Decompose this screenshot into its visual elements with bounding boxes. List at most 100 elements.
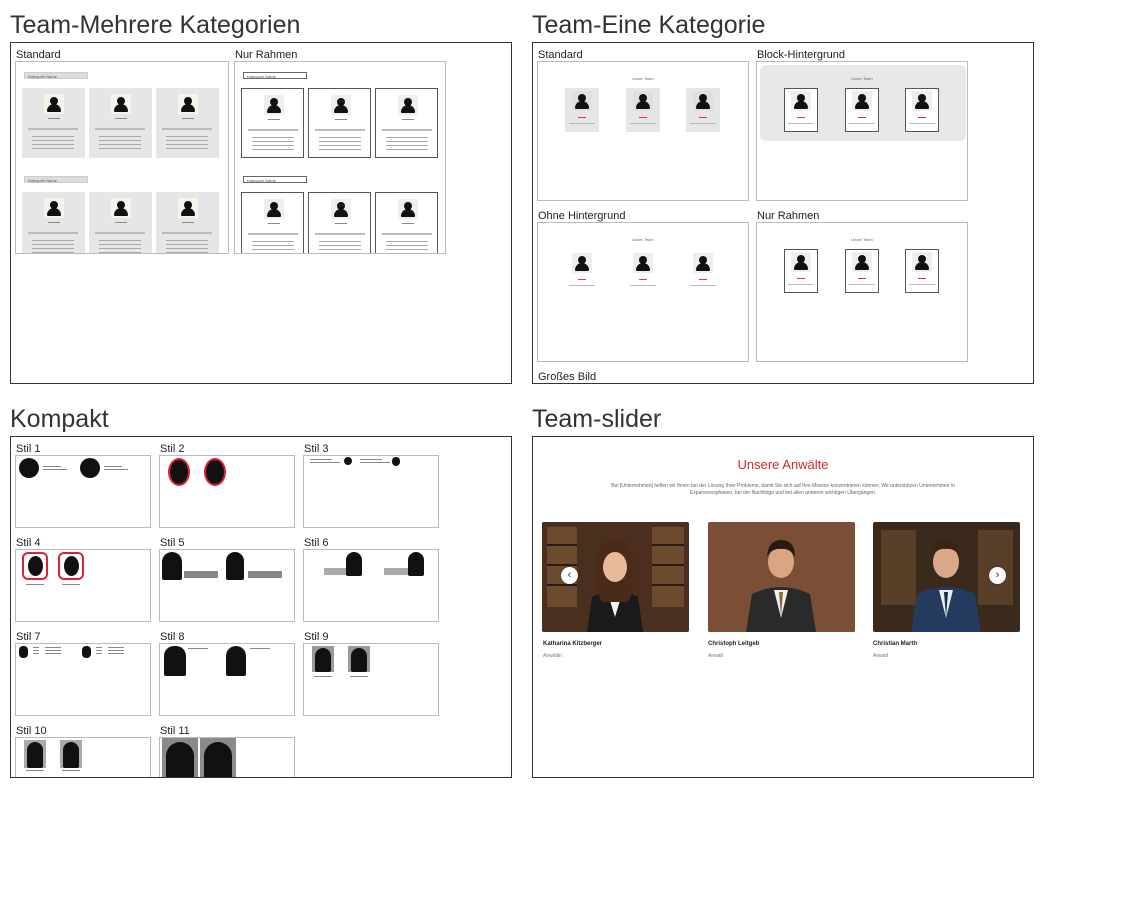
- text-line: [32, 240, 74, 241]
- name-line: [48, 222, 60, 223]
- name-line: [115, 118, 127, 119]
- silhouette: [204, 742, 232, 777]
- text-line: [319, 241, 361, 242]
- team-card[interactable]: [308, 88, 371, 158]
- team-card[interactable]: [89, 192, 152, 253]
- text-line: [630, 285, 656, 286]
- person-body-icon: [696, 263, 710, 271]
- style-preview[interactable]: [159, 549, 295, 622]
- silhouette: [226, 646, 246, 676]
- divider: [315, 129, 365, 131]
- preview-single-block[interactable]: Unser Team: [756, 61, 968, 201]
- team-card[interactable]: [375, 88, 438, 158]
- text-line: [26, 584, 44, 585]
- avatar-frame: [22, 552, 48, 580]
- text-line: [252, 249, 294, 250]
- silhouette: [344, 457, 352, 465]
- label-standard: Standard: [16, 49, 61, 61]
- style-label: Stil 9: [304, 631, 329, 643]
- slider-prev-button[interactable]: ‹: [561, 567, 578, 584]
- panel-slider[interactable]: Unsere Anwälte Bei [Unternehmen] helfen …: [532, 436, 1034, 778]
- person-name: Christoph Leitgeb: [708, 641, 760, 647]
- team-card[interactable]: [241, 88, 304, 158]
- team-card[interactable]: [22, 192, 85, 253]
- person-icon: [914, 254, 930, 270]
- photo-person-2[interactable]: [708, 522, 855, 632]
- team-card[interactable]: [89, 88, 152, 158]
- preview-single-rahmen[interactable]: Unser Team: [756, 222, 968, 362]
- style-preview[interactable]: [15, 549, 151, 622]
- text-line: [360, 462, 390, 463]
- text-line: [96, 647, 102, 648]
- person-body-icon: [915, 262, 929, 270]
- name-line: [639, 117, 647, 118]
- section-title-multi: Team-Mehrere Kategorien: [10, 11, 301, 39]
- text-line: [32, 252, 74, 253]
- person-icon: [635, 255, 651, 271]
- style-preview[interactable]: [15, 455, 151, 528]
- text-line: [99, 244, 141, 245]
- text-line: [569, 123, 595, 124]
- person-body-icon: [47, 208, 61, 216]
- team-card[interactable]: [308, 192, 371, 253]
- panel-multi[interactable]: Standard Nur Rahmen Kategorie Name Katego…: [10, 42, 512, 384]
- panel-compact[interactable]: Stil 1 Stil 2 Stil 3 Stil 4 Stil 5 Stil 6 Stil…: [10, 436, 512, 778]
- silhouette: [27, 742, 43, 768]
- text-line: [96, 650, 102, 651]
- person-icon: [113, 96, 129, 112]
- text-line: [166, 148, 208, 149]
- text-line: [108, 647, 124, 648]
- text-line: [386, 145, 428, 146]
- text-line: [166, 140, 208, 141]
- text-line: [32, 248, 74, 249]
- text-line: [360, 459, 382, 460]
- style-preview[interactable]: [159, 737, 295, 777]
- preview-multi-standard[interactable]: Kategorie Name Kategorie Name: [15, 61, 229, 254]
- text-line: [108, 653, 124, 654]
- person-icon: [333, 201, 349, 217]
- style-preview[interactable]: [159, 455, 295, 528]
- image-box: [200, 738, 236, 777]
- image-box: [162, 738, 198, 777]
- chevron-right-icon: ›: [995, 569, 1000, 581]
- preview-single-standard[interactable]: Unser Team: [537, 61, 749, 201]
- preview-multi-nur-rahmen[interactable]: Kategorie Name Kategorie Name: [234, 61, 446, 254]
- team-card[interactable]: [156, 192, 219, 253]
- name-line: [402, 119, 414, 120]
- panel-single[interactable]: Standard Block-Hintergrund Ohne Hintergr…: [532, 42, 1034, 384]
- style-preview[interactable]: [303, 549, 439, 622]
- preview-single-ohne[interactable]: Unser Team: [537, 222, 749, 362]
- slider-next-button[interactable]: ›: [989, 567, 1006, 584]
- text-line: [319, 249, 361, 250]
- team-card[interactable]: [241, 192, 304, 253]
- team-card[interactable]: [22, 88, 85, 158]
- team-heading: Unser Team: [632, 76, 654, 81]
- style-preview[interactable]: [159, 643, 295, 716]
- text-line: [166, 248, 208, 249]
- text-line: [32, 140, 74, 141]
- style-preview[interactable]: [15, 737, 151, 777]
- person-icon: [46, 96, 62, 112]
- text-line: [99, 148, 141, 149]
- category-tag: Kategorie Name: [243, 72, 307, 79]
- name-line: [578, 117, 586, 118]
- text-line: [62, 770, 80, 771]
- style-preview[interactable]: [303, 455, 439, 528]
- person-body-icon: [114, 208, 128, 216]
- style-preview[interactable]: [303, 643, 439, 716]
- text-line: [252, 137, 294, 138]
- silhouette: [351, 648, 367, 672]
- text-line: [252, 141, 294, 142]
- name-line: [182, 118, 194, 119]
- text-line: [319, 137, 361, 138]
- style-label: Stil 6: [304, 537, 329, 549]
- person-icon: [46, 200, 62, 216]
- person-body-icon: [855, 262, 869, 270]
- text-line: [166, 136, 208, 137]
- team-card[interactable]: [156, 88, 219, 158]
- team-card[interactable]: [375, 192, 438, 253]
- style-preview[interactable]: [15, 643, 151, 716]
- silhouette: [19, 646, 28, 658]
- text-line: [630, 123, 656, 124]
- text-line: [32, 144, 74, 145]
